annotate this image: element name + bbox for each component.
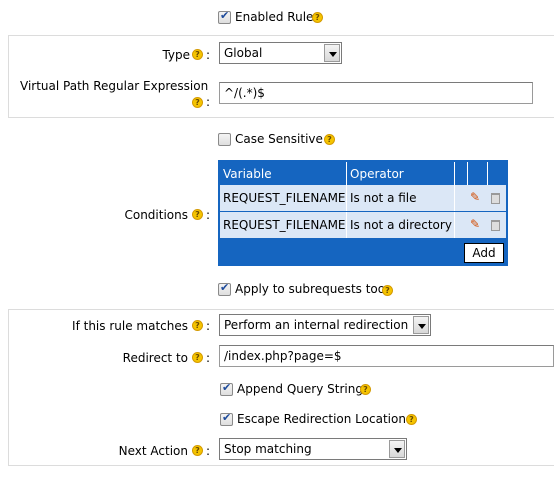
if-matches-select-value: Perform an internal redirection (224, 318, 409, 332)
apply-subrequests-help-icon[interactable]: ? (382, 285, 393, 296)
table-row[interactable]: REQUEST_FILENAME Is not a directory ✎ (220, 212, 506, 238)
next-action-help-icon[interactable]: ? (192, 445, 203, 456)
type-label: Type (162, 48, 190, 62)
conditions-grid: Variable Operator REQUEST_FILENAME Is no… (218, 160, 508, 266)
apply-subrequests-label: Apply to subrequests too (235, 282, 386, 296)
column-header-edit (455, 162, 468, 185)
append-query-label: Append Query String (237, 382, 363, 396)
apply-subrequests-checkbox[interactable] (218, 281, 231, 296)
escape-redirection-checkbox[interactable] (220, 411, 233, 426)
add-condition-button[interactable]: Add (464, 243, 504, 263)
trash-icon[interactable] (491, 220, 500, 231)
column-header-operator[interactable]: Operator (347, 162, 455, 185)
row-variable: REQUEST_FILENAME (220, 212, 347, 238)
if-matches-label: If this rule matches (72, 319, 188, 333)
type-select[interactable]: Global (219, 42, 342, 64)
virtual-path-colon: : (206, 95, 211, 109)
redirect-to-help-icon[interactable]: ? (192, 352, 203, 363)
escape-redirection-help-icon[interactable]: ? (406, 414, 417, 425)
case-sensitive-label: Case Sensitive (235, 132, 323, 146)
next-action-select-value: Stop matching (224, 442, 312, 456)
chevron-down-icon[interactable] (324, 44, 340, 62)
row-operator: Is not a file (347, 185, 455, 211)
redirect-to-value: /index.php?page=$ (224, 349, 342, 363)
table-row[interactable]: REQUEST_FILENAME Is not a file ✎ (220, 185, 506, 211)
column-header-variable[interactable]: Variable (220, 162, 347, 185)
virtual-path-value: ^/(.*)$ (224, 86, 265, 100)
pencil-icon[interactable]: ✎ (470, 217, 480, 231)
chevron-down-icon[interactable] (413, 316, 429, 334)
virtual-path-input[interactable]: ^/(.*)$ (219, 82, 533, 104)
row-operator: Is not a directory (347, 212, 455, 238)
case-sensitive-help-icon[interactable]: ? (324, 134, 335, 145)
if-matches-colon: : (206, 319, 211, 333)
type-colon: : (206, 48, 211, 62)
pencil-icon[interactable]: ✎ (470, 190, 480, 204)
conditions-help-icon[interactable]: ? (192, 209, 203, 220)
chevron-down-icon[interactable] (389, 440, 405, 458)
if-matches-select[interactable]: Perform an internal redirection (219, 314, 431, 336)
next-action-colon: : (206, 444, 211, 458)
conditions-colon: : (206, 208, 211, 222)
append-query-help-icon[interactable]: ? (360, 384, 371, 395)
redirect-to-colon: : (206, 351, 211, 365)
virtual-path-help-icon[interactable]: ? (192, 97, 203, 108)
conditions-label: Conditions (124, 208, 188, 222)
column-header-delete (468, 162, 488, 185)
enabled-rule-label: Enabled Rule (235, 10, 314, 24)
trash-icon[interactable] (491, 193, 500, 204)
next-action-label: Next Action (118, 444, 188, 458)
redirect-to-label: Redirect to (122, 351, 188, 365)
next-action-select[interactable]: Stop matching (219, 438, 407, 460)
redirect-to-input[interactable]: /index.php?page=$ (219, 345, 554, 367)
type-select-value: Global (224, 46, 263, 60)
enabled-rule-help-icon[interactable]: ? (312, 12, 323, 23)
enabled-rule-checkbox[interactable] (218, 9, 231, 24)
virtual-path-label: Virtual Path Regular Expression (20, 79, 209, 93)
case-sensitive-checkbox[interactable] (218, 133, 231, 146)
escape-redirection-label: Escape Redirection Location (237, 412, 406, 426)
append-query-checkbox[interactable] (220, 381, 233, 396)
type-help-icon[interactable]: ? (192, 49, 203, 60)
if-matches-help-icon[interactable]: ? (192, 320, 203, 331)
row-variable: REQUEST_FILENAME (220, 185, 347, 211)
